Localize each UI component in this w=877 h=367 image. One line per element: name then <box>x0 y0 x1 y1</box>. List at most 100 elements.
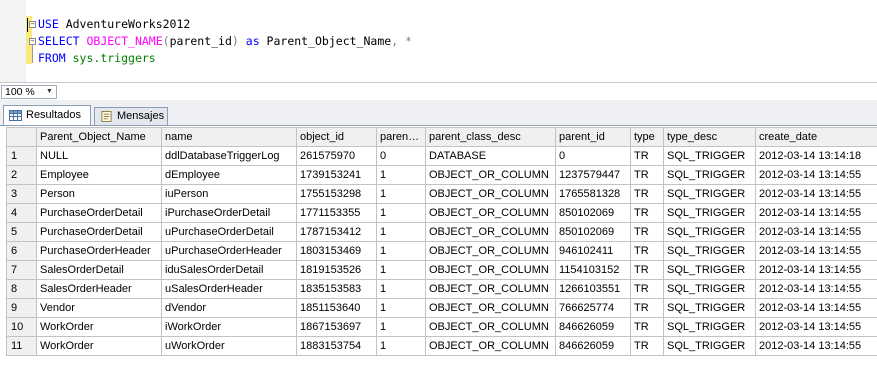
grid-cell[interactable]: 1 <box>376 203 426 223</box>
grid-cell[interactable]: SQL_TRIGGER <box>663 222 756 242</box>
grid-cell[interactable]: TR <box>630 184 664 204</box>
grid-cell[interactable]: PurchaseOrderDetail <box>36 203 162 223</box>
grid-cell[interactable]: 0 <box>555 146 631 166</box>
grid-cell[interactable]: uWorkOrder <box>161 336 297 356</box>
grid-cell[interactable]: Vendor <box>36 298 162 318</box>
grid-cell[interactable]: SQL_TRIGGER <box>663 146 756 166</box>
grid-cell[interactable]: SQL_TRIGGER <box>663 203 756 223</box>
table-row[interactable]: 10 WorkOrder iWorkOrder 1867153697 1 OBJ… <box>6 317 877 337</box>
grid-cell[interactable]: TR <box>630 298 664 318</box>
grid-cell[interactable]: SQL_TRIGGER <box>663 241 756 261</box>
grid-cell[interactable]: 1819153526 <box>296 260 377 280</box>
table-row[interactable]: 7 SalesOrderDetail iduSalesOrderDetail 1… <box>6 260 877 280</box>
grid-cell[interactable]: 1 <box>376 279 426 299</box>
row-number[interactable]: 6 <box>6 241 37 261</box>
grid-cell[interactable]: ddlDatabaseTriggerLog <box>161 146 297 166</box>
grid-cell[interactable]: 1 <box>376 222 426 242</box>
chevron-down-icon[interactable]: ▼ <box>44 87 55 97</box>
grid-cell[interactable]: 2012-03-14 13:14:55 <box>755 260 877 280</box>
grid-cell[interactable]: uPurchaseOrderDetail <box>161 222 297 242</box>
column-header[interactable]: type_desc <box>663 127 756 147</box>
grid-cell[interactable]: 850102069 <box>555 203 631 223</box>
grid-cell[interactable]: 1 <box>376 336 426 356</box>
column-header[interactable] <box>6 127 37 147</box>
row-number[interactable]: 2 <box>6 165 37 185</box>
grid-cell[interactable]: 1 <box>376 317 426 337</box>
grid-cell[interactable]: DATABASE <box>425 146 556 166</box>
grid-cell[interactable]: OBJECT_OR_COLUMN <box>425 165 556 185</box>
table-row[interactable]: 9 Vendor dVendor 1851153640 1 OBJECT_OR_… <box>6 298 877 318</box>
grid-cell[interactable]: SalesOrderDetail <box>36 260 162 280</box>
grid-cell[interactable]: TR <box>630 222 664 242</box>
grid-cell[interactable]: OBJECT_OR_COLUMN <box>425 317 556 337</box>
grid-cell[interactable]: TR <box>630 279 664 299</box>
grid-cell[interactable]: 850102069 <box>555 222 631 242</box>
grid-cell[interactable]: 2012-03-14 13:14:55 <box>755 241 877 261</box>
row-number[interactable]: 7 <box>6 260 37 280</box>
row-number[interactable]: 1 <box>6 146 37 166</box>
grid-cell[interactable]: Employee <box>36 165 162 185</box>
grid-cell[interactable]: 1 <box>376 260 426 280</box>
grid-cell[interactable]: 1266103551 <box>555 279 631 299</box>
grid-cell[interactable]: iuPerson <box>161 184 297 204</box>
row-number[interactable]: 9 <box>6 298 37 318</box>
grid-cell[interactable]: SQL_TRIGGER <box>663 184 756 204</box>
grid-cell[interactable]: TR <box>630 203 664 223</box>
grid-cell[interactable]: SQL_TRIGGER <box>663 336 756 356</box>
grid-cell[interactable]: uSalesOrderHeader <box>161 279 297 299</box>
grid-cell[interactable]: TR <box>630 317 664 337</box>
grid-cell[interactable]: TR <box>630 336 664 356</box>
row-number[interactable]: 10 <box>6 317 37 337</box>
grid-cell[interactable]: 846626059 <box>555 336 631 356</box>
grid-cell[interactable]: 1787153412 <box>296 222 377 242</box>
grid-cell[interactable]: SalesOrderHeader <box>36 279 162 299</box>
grid-cell[interactable]: OBJECT_OR_COLUMN <box>425 203 556 223</box>
collapse-outline-icon[interactable]: − <box>29 21 36 28</box>
column-header[interactable]: parent_class_desc <box>425 127 556 147</box>
grid-cell[interactable]: 766625774 <box>555 298 631 318</box>
grid-cell[interactable]: 1237579447 <box>555 165 631 185</box>
grid-cell[interactable]: 1771153355 <box>296 203 377 223</box>
grid-cell[interactable]: 846626059 <box>555 317 631 337</box>
tab-results[interactable]: Resultados <box>3 105 91 126</box>
grid-cell[interactable]: TR <box>630 260 664 280</box>
row-number[interactable]: 11 <box>6 336 37 356</box>
grid-cell[interactable]: OBJECT_OR_COLUMN <box>425 222 556 242</box>
grid-cell[interactable]: OBJECT_OR_COLUMN <box>425 184 556 204</box>
grid-cell[interactable]: dVendor <box>161 298 297 318</box>
grid-cell[interactable]: Person <box>36 184 162 204</box>
grid-cell[interactable]: 2012-03-14 13:14:55 <box>755 222 877 242</box>
grid-cell[interactable]: PurchaseOrderHeader <box>36 241 162 261</box>
table-row[interactable]: 4 PurchaseOrderDetail iPurchaseOrderDeta… <box>6 203 877 223</box>
grid-cell[interactable]: uPurchaseOrderHeader <box>161 241 297 261</box>
grid-cell[interactable]: SQL_TRIGGER <box>663 279 756 299</box>
row-number[interactable]: 5 <box>6 222 37 242</box>
results-grid-area[interactable]: Parent_Object_Name name object_id paren…… <box>0 126 877 367</box>
grid-cell[interactable]: OBJECT_OR_COLUMN <box>425 336 556 356</box>
grid-cell[interactable]: TR <box>630 241 664 261</box>
table-row[interactable]: 3 Person iuPerson 1755153298 1 OBJECT_OR… <box>6 184 877 204</box>
grid-cell[interactable]: 946102411 <box>555 241 631 261</box>
code-line-1[interactable]: USE AdventureWorks2012 <box>38 16 190 33</box>
grid-cell[interactable]: TR <box>630 146 664 166</box>
grid-cell[interactable]: OBJECT_OR_COLUMN <box>425 260 556 280</box>
grid-cell[interactable]: 1755153298 <box>296 184 377 204</box>
column-header[interactable]: object_id <box>296 127 377 147</box>
table-row[interactable]: 2 Employee dEmployee 1739153241 1 OBJECT… <box>6 165 877 185</box>
grid-cell[interactable]: 1 <box>376 184 426 204</box>
grid-cell[interactable]: WorkOrder <box>36 336 162 356</box>
grid-cell[interactable]: 261575970 <box>296 146 377 166</box>
zoom-dropdown[interactable]: 100 % ▼ <box>1 85 57 99</box>
column-header[interactable]: name <box>161 127 297 147</box>
code-line-2[interactable]: SELECT OBJECT_NAME(parent_id) as Parent_… <box>38 33 412 50</box>
grid-cell[interactable]: 2012-03-14 13:14:18 <box>755 146 877 166</box>
grid-cell[interactable]: 1 <box>376 298 426 318</box>
column-header[interactable]: type <box>630 127 664 147</box>
results-grid[interactable]: Parent_Object_Name name object_id paren…… <box>6 127 877 356</box>
row-number[interactable]: 4 <box>6 203 37 223</box>
grid-cell[interactable]: OBJECT_OR_COLUMN <box>425 241 556 261</box>
grid-cell[interactable]: 1154103152 <box>555 260 631 280</box>
grid-cell[interactable]: 2012-03-14 13:14:55 <box>755 317 877 337</box>
grid-cell[interactable]: TR <box>630 165 664 185</box>
column-header[interactable]: Parent_Object_Name <box>36 127 162 147</box>
